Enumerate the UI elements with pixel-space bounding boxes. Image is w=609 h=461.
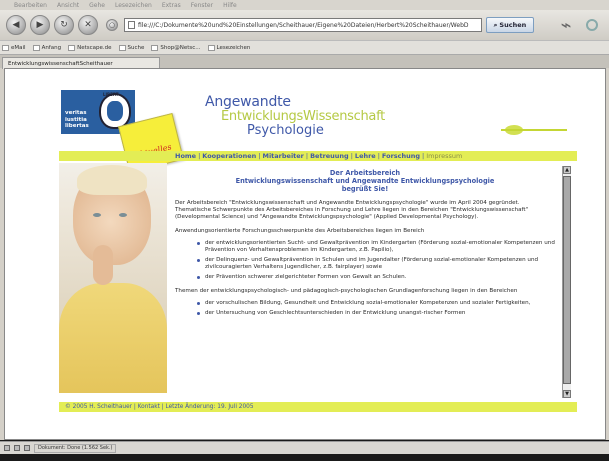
scroll-down-icon[interactable]: ▼ — [563, 390, 571, 398]
navigation-toolbar: ◀ ▶ ↻ ✕ ○ file:///C:/Dokumente%20und%20E… — [0, 10, 609, 40]
intro-paragraph: Der Arbeitsbereich "Entwicklungswissensc… — [175, 200, 529, 220]
site-title-line2: EntwicklungsWissenschaft — [221, 109, 385, 124]
tab-bar: EntwicklungswissenschaftScheithauer — [0, 54, 609, 69]
scroll-up-icon[interactable]: ▲ — [563, 166, 571, 174]
welcome-heading-3: begrüßt Sie! — [341, 185, 389, 193]
main-content: Der Arbeitsbereich Entwicklungswissensch… — [169, 167, 561, 397]
throbber-icon — [586, 19, 598, 31]
site-container: veritas iustitia libertas LIBERT Aktuell… — [55, 87, 577, 432]
footer-text: © 2005 H. Scheithauer | Kontakt | Letzte… — [65, 404, 254, 410]
basic-research-intro: Themen der entwicklungspsychologisch- un… — [175, 288, 518, 294]
shop-icon — [151, 44, 159, 51]
bookmark-icon — [68, 44, 76, 51]
bookmark-label: Suche — [127, 44, 145, 51]
reload-icon[interactable]: ↻ — [54, 15, 74, 35]
bookmark-label: Lesezeichen — [216, 44, 251, 51]
site-title-line1: Angewandte — [205, 94, 291, 110]
connection-icon — [14, 445, 20, 451]
bookmark-item[interactable]: Anfang — [32, 44, 62, 51]
list-item: der Prävention schwerer zielgerichteter … — [197, 274, 555, 281]
bookmark-icon — [32, 44, 40, 51]
welcome-heading-2: Entwicklungswissenschaft und Angewandte … — [235, 177, 495, 185]
url-text: file:///C:/Dokumente%20und%20Einstellung… — [138, 21, 469, 29]
menu-item[interactable]: Hilfe — [223, 2, 237, 9]
list-item: der vorschulischen Bildung, Gesundheit u… — [197, 300, 555, 307]
status-bar: Dokument: Done (1.562 Sek.) — [0, 441, 609, 454]
nav-link-impressum[interactable]: Impressum — [426, 152, 462, 160]
folder-icon — [207, 44, 215, 51]
bookmark-item[interactable]: Shop@Netsc... — [151, 44, 201, 51]
nav-link-kooperationen[interactable]: Kooperationen — [202, 152, 256, 160]
stop-icon[interactable]: ✕ — [78, 15, 98, 35]
scroll-thumb[interactable] — [563, 176, 571, 384]
list-item: der Delinquenz- und Gewaltprävention in … — [197, 257, 555, 271]
list-item: der entwicklungsorientierten Sucht- und … — [197, 240, 555, 253]
decorative-line — [501, 129, 567, 131]
research-intro: Anwendungsorientierte Forschungsschwerpu… — [175, 228, 425, 234]
menu-item[interactable]: Lesezeichen — [115, 2, 152, 9]
forward-icon[interactable]: ▶ — [30, 15, 50, 35]
bookmark-label: Anfang — [41, 44, 62, 51]
menu-item[interactable]: Bearbeiten — [14, 2, 47, 9]
search-icon: ⌕ — [493, 20, 498, 29]
logo-top-text: LIBERT — [103, 92, 119, 97]
bookmark-item[interactable]: Suche — [118, 44, 145, 51]
page-viewport: veritas iustitia libertas LIBERT Aktuell… — [4, 68, 606, 440]
mail-icon — [2, 44, 9, 51]
search-icon — [118, 44, 126, 51]
nav-link-betreuung[interactable]: Betreuung — [310, 152, 349, 160]
home-icon[interactable]: ○ — [106, 19, 118, 31]
research-list: der entwicklungsorientierten Sucht- und … — [175, 240, 555, 281]
site-footer: © 2005 H. Scheithauer | Kontakt | Letzte… — [59, 402, 577, 412]
tab-title: EntwicklungswissenschaftScheithauer — [8, 60, 113, 67]
bookmark-item[interactable]: Lesezeichen — [207, 44, 251, 51]
bookmark-item[interactable]: Netscape.de — [68, 44, 112, 51]
menu-item[interactable]: Fenster — [191, 2, 213, 9]
nav-link-forschung[interactable]: Forschung — [382, 152, 420, 160]
child-photo — [59, 163, 167, 393]
menu-item[interactable]: Ansicht — [57, 2, 79, 9]
url-bar[interactable]: file:///C:/Dokumente%20und%20Einstellung… — [124, 18, 482, 32]
cookie-icon — [24, 445, 30, 451]
content-scrollbar[interactable]: ▲ ▼ — [562, 166, 571, 398]
bookmark-label: Netscape.de — [77, 44, 112, 51]
nav-link-home[interactable]: Home — [175, 152, 196, 160]
search-button-label: Suchen — [499, 21, 527, 29]
search-button[interactable]: ⌕ Suchen — [486, 17, 534, 33]
menu-item[interactable]: Extras — [162, 2, 181, 9]
menu-bar: Bearbeiten Ansicht Gehe Lesezeichen Extr… — [0, 0, 609, 10]
bookmark-label: eMail — [11, 44, 26, 51]
nav-link-mitarbeiter[interactable]: Mitarbeiter — [262, 152, 303, 160]
browser-window: Bearbeiten Ansicht Gehe Lesezeichen Extr… — [0, 0, 609, 461]
basic-research-list: der vorschulischen Bildung, Gesundheit u… — [175, 300, 555, 317]
bookmark-label: Shop@Netsc... — [160, 44, 201, 51]
browser-logo-icon: ⌁ — [560, 14, 572, 36]
nav-link-lehre[interactable]: Lehre — [355, 152, 376, 160]
bookmarks-toolbar: eMail Anfang Netscape.de Suche Shop@Nets… — [0, 40, 609, 54]
menu-item[interactable]: Gehe — [89, 2, 105, 9]
security-icon — [4, 445, 10, 451]
welcome-heading-1: Der Arbeitsbereich — [329, 169, 401, 177]
bookmark-item[interactable]: eMail — [2, 44, 26, 51]
site-title-line3: Psychologie — [247, 123, 324, 138]
site-navigation: Home | Kooperationen | Mitarbeiter | Betreu… — [59, 151, 577, 161]
page-icon — [128, 21, 135, 29]
list-item: der Untersuchung von Geschlechtsuntersch… — [197, 310, 555, 317]
status-text: Dokument: Done (1.562 Sek.) — [34, 443, 117, 453]
back-icon[interactable]: ◀ — [6, 15, 26, 35]
